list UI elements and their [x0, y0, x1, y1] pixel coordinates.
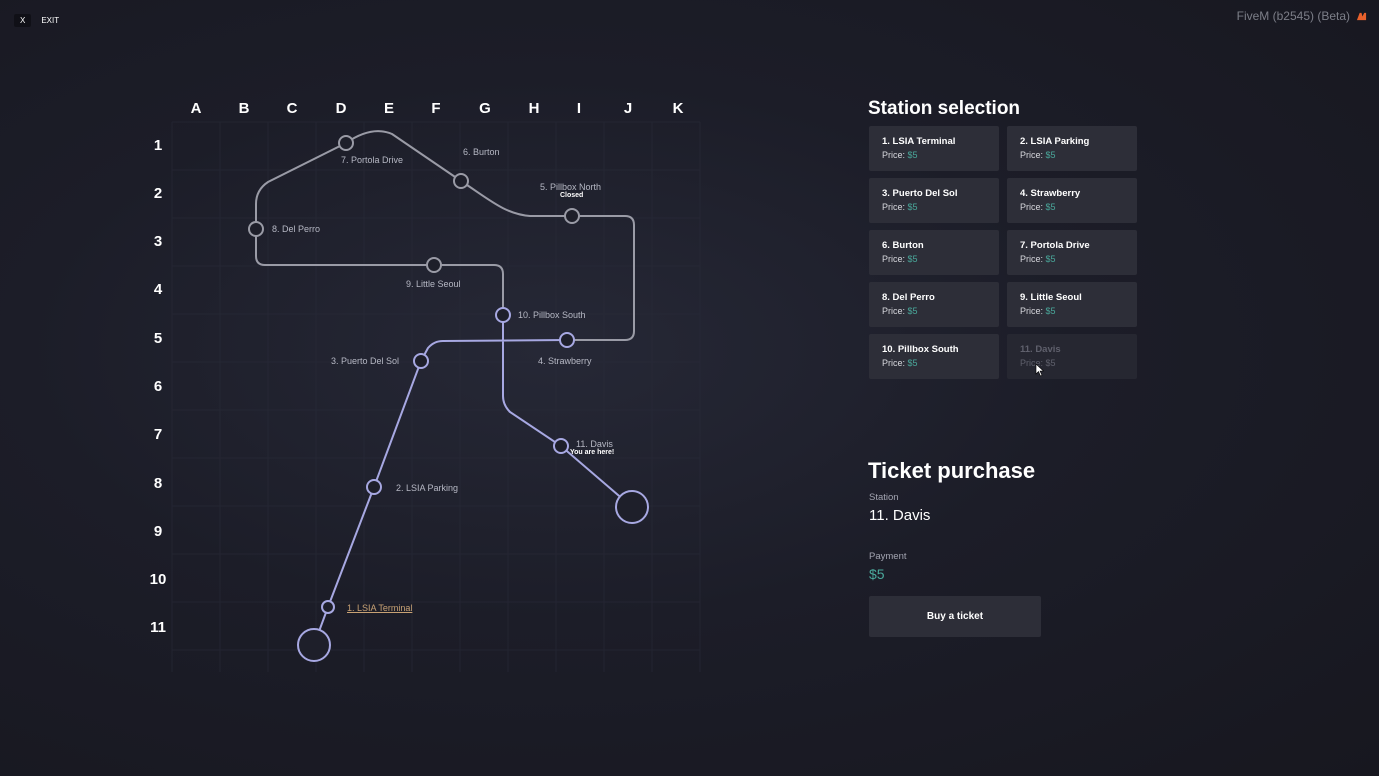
price-value: $5 [1045, 358, 1056, 368]
price-label: Price: [882, 358, 906, 368]
price-value: $5 [907, 150, 918, 160]
station-card-lsia-terminal[interactable]: 1. LSIA Terminal Price: $5 [869, 126, 999, 171]
station-status-you-are-here: You are here! [570, 449, 615, 456]
station-card-price: Price: $5 [1020, 306, 1137, 316]
station-card-lsia-parking[interactable]: 2. LSIA Parking Price: $5 [1007, 126, 1137, 171]
station-card-name: 10. Pillbox South [882, 344, 959, 355]
station-card-price: Price: $5 [882, 202, 999, 212]
station-node-11 [553, 438, 569, 454]
station-card-price: Price: $5 [1020, 202, 1137, 212]
station-node-8 [248, 221, 264, 237]
price-label: Price: [1020, 150, 1044, 160]
ticket-station-value: 11. Davis [869, 507, 931, 524]
buy-ticket-button[interactable]: Buy a ticket [869, 596, 1041, 637]
station-card-strawberry[interactable]: 4. Strawberry Price: $5 [1007, 178, 1137, 223]
station-card-name: 2. LSIA Parking [1020, 136, 1090, 147]
station-card-name: 1. LSIA Terminal [882, 136, 956, 147]
station-card-name: 11. Davis [1020, 344, 1061, 355]
price-value: $5 [1045, 202, 1056, 212]
station-card-name: 8. Del Perro [882, 292, 935, 303]
price-value: $5 [1045, 254, 1056, 264]
price-label: Price: [882, 254, 906, 264]
route-line-inactive [255, 130, 635, 341]
station-label-davis[interactable]: 11. Davis [576, 439, 613, 449]
station-node-9 [426, 257, 442, 273]
ticket-purchase-title: Ticket purchase [868, 458, 1036, 483]
station-card-price: Price: $5 [1020, 150, 1137, 160]
station-card-burton[interactable]: 6. Burton Price: $5 [869, 230, 999, 275]
station-label-portola-drive[interactable]: 7. Portola Drive [341, 155, 403, 165]
price-value: $5 [907, 202, 918, 212]
station-node-6 [453, 173, 469, 189]
ticket-station-label: Station [869, 492, 899, 503]
price-label: Price: [882, 150, 906, 160]
station-card-price: Price: $5 [882, 254, 999, 264]
station-card-little-seoul[interactable]: 9. Little Seoul Price: $5 [1007, 282, 1137, 327]
station-card-name: 6. Burton [882, 240, 924, 251]
station-card-name: 4. Strawberry [1020, 188, 1081, 199]
station-card-name: 9. Little Seoul [1020, 292, 1082, 303]
station-label-pillbox-south[interactable]: 10. Pillbox South [518, 310, 586, 320]
station-card-price: Price: $5 [882, 358, 999, 368]
price-label: Price: [1020, 254, 1044, 264]
metro-map [171, 121, 701, 672]
station-node-4 [559, 332, 575, 348]
station-card-pillbox-south[interactable]: 10. Pillbox South Price: $5 [869, 334, 999, 379]
station-label-burton[interactable]: 6. Burton [463, 147, 500, 157]
station-label-lsia-terminal[interactable]: 1. LSIA Terminal [347, 603, 412, 613]
price-label: Price: [882, 202, 906, 212]
station-card-portola-drive[interactable]: 7. Portola Drive Price: $5 [1007, 230, 1137, 275]
mouse-cursor-icon [1035, 363, 1045, 377]
station-label-little-seoul[interactable]: 9. Little Seoul [406, 279, 461, 289]
station-status-closed: Closed [560, 192, 584, 199]
price-label: Price: [1020, 202, 1044, 212]
station-label-strawberry[interactable]: 4. Strawberry [538, 356, 592, 366]
ticket-payment-label: Payment [869, 551, 907, 562]
station-node-7 [338, 135, 354, 151]
station-card-puerto-del-sol[interactable]: 3. Puerto Del Sol Price: $5 [869, 178, 999, 223]
station-label-puerto-del-sol[interactable]: 3. Puerto Del Sol [331, 356, 399, 366]
station-card-del-perro[interactable]: 8. Del Perro Price: $5 [869, 282, 999, 327]
terminus-node [615, 490, 649, 524]
station-card-name: 3. Puerto Del Sol [882, 188, 958, 199]
price-value: $5 [907, 254, 918, 264]
ticket-payment-value: $5 [869, 566, 885, 582]
station-node-1 [321, 600, 335, 614]
station-card-price: Price: $5 [1020, 254, 1137, 264]
price-label: Price: [882, 306, 906, 316]
price-label: Price: [1020, 306, 1044, 316]
station-selection-grid: 1. LSIA Terminal Price: $5 2. LSIA Parki… [869, 126, 1137, 379]
price-value: $5 [907, 306, 918, 316]
station-card-price: Price: $5 [882, 306, 999, 316]
price-value: $5 [1045, 150, 1056, 160]
terminus-node [297, 628, 331, 662]
station-card-name: 7. Portola Drive [1020, 240, 1090, 251]
map-grid [171, 121, 701, 672]
station-node-3 [413, 353, 429, 369]
station-label-pillbox-north[interactable]: 5. Pillbox North [540, 182, 601, 192]
station-node-2 [366, 479, 382, 495]
station-node-5 [564, 208, 580, 224]
station-label-del-perro[interactable]: 8. Del Perro [272, 224, 320, 234]
station-node-10 [495, 307, 511, 323]
station-card-price: Price: $5 [882, 150, 999, 160]
price-value: $5 [1045, 306, 1056, 316]
station-label-lsia-parking[interactable]: 2. LSIA Parking [396, 483, 458, 493]
station-card-davis[interactable]: 11. Davis Price: $5 [1007, 334, 1137, 379]
station-selection-title: Station selection [868, 98, 1021, 119]
price-value: $5 [907, 358, 918, 368]
